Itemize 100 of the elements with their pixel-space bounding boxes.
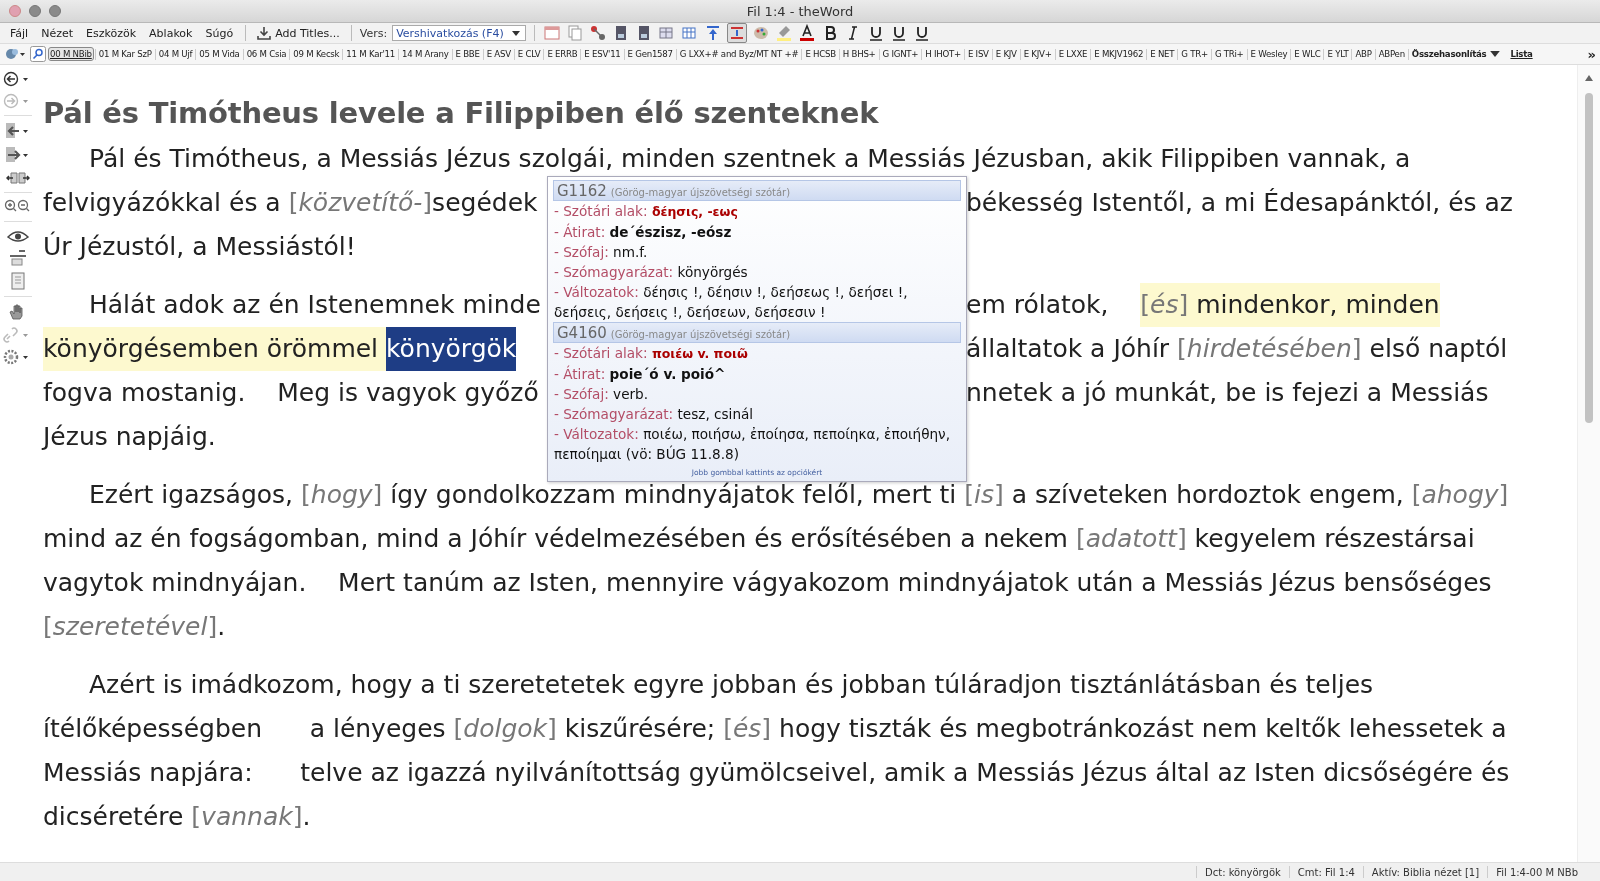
module-tab[interactable]: E MKJV1962 (1092, 47, 1146, 61)
modules-icon[interactable] (4, 46, 26, 62)
module-tab[interactable]: E BBE (453, 47, 482, 61)
module-tab[interactable]: 01 M Kar SzP (96, 47, 154, 61)
verse-text: segédek (432, 187, 538, 219)
status-text: Cmt: Fil 1:4 (1297, 866, 1355, 878)
module-tab[interactable]: 06 M Csia (244, 47, 289, 61)
verse-text: fogva mostanig. Meg is vagyok győző (43, 377, 539, 409)
verse-text: hogy tiszták és megbotránkozást nem keltők lehessetek a (778, 713, 1507, 745)
note-text: [adatott] (1075, 523, 1187, 555)
note-text: [dolgok] (453, 713, 557, 745)
open-book-icon[interactable] (6, 170, 30, 186)
verse-text: állaltatok a Jóhír (966, 333, 1171, 365)
module-tab[interactable]: 09 M Kecsk (291, 47, 342, 61)
verse-text: első naptól (1368, 333, 1508, 365)
verse-dropdown[interactable]: Vershivatkozás (F4) (392, 25, 527, 41)
dictionary-field: - Változatok: δέησις !, δέησιν !, δεήσεως !, δεήσει !, δεήσεις, δεήσεις !, δεήσεων, δεήσεσιν ! (553, 282, 961, 322)
module-tab[interactable]: E Gen1587 (625, 47, 675, 61)
window-title: Fil 1:4 - theWord (746, 3, 854, 19)
verse-text: Pál és Timótheus, a Messiás Jézus szolgái, minden szentnek a Messiás Jézusban, akik Filippiben vannak, a (89, 143, 1411, 175)
verse-text: nnetek a jó munkát, be is fejezi a Messiás (966, 377, 1489, 409)
caret-icon[interactable] (1490, 51, 1501, 57)
verse-text: ítélőképességben a lényeges (43, 713, 447, 745)
verse-text: Jézus napjáig. (43, 421, 216, 453)
module-tab[interactable]: H BHS+ (840, 47, 878, 61)
strong-number: G4160 (557, 323, 607, 343)
highlighted-text: mindenkor, minden (1188, 283, 1440, 327)
verse-text: mind az én fogságomban, mind a Jóhír védelmezésében és erősítésében a nekem (43, 523, 1069, 555)
minimize-icon[interactable] (29, 5, 41, 17)
module-tab[interactable]: 04 M Ujf (156, 47, 195, 61)
verse-label: Vers: (359, 26, 388, 40)
module-tab[interactable]: E ASV (484, 47, 513, 61)
status-text: Fil 1:4-00 M NBb (1496, 866, 1578, 878)
module-tab[interactable]: G LXX+# and Byz/MT NT +# (677, 47, 801, 61)
menu-item[interactable]: Eszközök (82, 26, 141, 40)
status-text: Dct: könyörgök (1205, 866, 1281, 878)
palette-icon[interactable] (752, 24, 771, 42)
note-text: [hirdetésében] (1177, 333, 1362, 365)
scrollbar-thumb[interactable] (1585, 93, 1593, 423)
module-tab[interactable]: ABPen (1376, 47, 1407, 61)
scroll-up-icon[interactable] (1585, 75, 1593, 81)
menu-item[interactable]: Fájl (6, 26, 33, 40)
module-tab[interactable]: E KJV+ (1021, 47, 1054, 61)
verse-text: békesség Istentől, a mi Édesapánktól, és az (966, 187, 1513, 219)
module-tab[interactable]: G TR+ (1179, 47, 1210, 61)
status-text: Aktív: Biblia nézet [1] (1371, 866, 1480, 878)
menu-item[interactable]: Nézet (37, 26, 78, 40)
module-tab[interactable]: 11 M Kar'11 (344, 47, 397, 61)
module-tab[interactable]: E ERRB (545, 47, 580, 61)
module-tab[interactable]: E Wesley (1248, 47, 1290, 61)
compare-menu[interactable]: Összehasonlítás (1409, 47, 1489, 61)
dictionary-field: - Szófaj: nm.f. (553, 242, 961, 262)
download-icon (257, 26, 271, 40)
chapter-heading: Pál és Timótheus levele a Filippiben élő szenteknek (43, 95, 880, 131)
module-tab[interactable]: 05 M Vida (197, 47, 242, 61)
module-tab[interactable]: E KJV (993, 47, 1019, 61)
dictionary-field: - Szómagyarázat: tesz, csinál (553, 404, 961, 424)
note-text: [és] (723, 713, 772, 745)
verse-text: Messiás napjára: telve az igazzá nyilvánítottság gyümölcseivel, amik a Messiás Jézus által az Isten dicsőségére és (43, 757, 1510, 789)
dictionary-field: - Szófaj: verb. (553, 384, 961, 404)
module-tab[interactable]: E NET (1148, 47, 1177, 61)
module-tab[interactable]: 14 M Arany (400, 47, 451, 61)
module-tab[interactable]: G IGNT+ (880, 47, 921, 61)
layout-icon[interactable] (7, 250, 29, 266)
note-text: [közvetítő-] (288, 187, 433, 219)
note-text: [is] (964, 479, 1004, 511)
module-tab[interactable]: E YLT (1325, 47, 1351, 61)
module-tab[interactable]: E LXXE (1056, 47, 1090, 61)
list-link[interactable]: Lista (1508, 47, 1535, 61)
highlighted-text: könyörgésemben örömmel (43, 327, 386, 371)
module-tab[interactable]: G TRi+ (1212, 47, 1246, 61)
verse-text: Úr Jézustól, a Messiástól! (43, 230, 356, 263)
strong-number: G1162 (557, 181, 607, 201)
module-tab[interactable]: E HCSB (803, 47, 838, 61)
verse-text: dicséretére (43, 801, 185, 833)
dictionary-field: - Szótári alak: δέησις, -εως (553, 201, 961, 222)
module-tab[interactable]: E CLV (515, 47, 543, 61)
link-icon[interactable] (589, 24, 608, 42)
add-titles-button[interactable]: Add Titles... (254, 26, 343, 40)
note-text: [ahogy] (1411, 479, 1509, 511)
eye-icon[interactable] (7, 228, 29, 244)
search-icon[interactable] (30, 46, 46, 62)
zoom-icon[interactable] (49, 5, 61, 17)
menu-item[interactable]: Ablakok (145, 26, 197, 40)
overflow-button[interactable]: » (1587, 46, 1596, 62)
menu-item[interactable]: Súgó (201, 26, 238, 40)
module-tab[interactable]: ABP (1353, 47, 1374, 61)
verse-text: a szíveteken hordoztok engem, (1010, 479, 1405, 511)
module-tab[interactable]: E ESV'11 (582, 47, 623, 61)
module-tab[interactable]: E ISV (965, 47, 991, 61)
module-tab[interactable]: 00 M NBib (48, 47, 94, 61)
note-text: [hogy] (301, 479, 383, 511)
module-tab[interactable]: E WLC (1292, 47, 1323, 61)
caret-icon[interactable] (512, 30, 521, 36)
dictionary-name: (Görög-magyar újszövetségi szótár) (610, 186, 791, 200)
verse-text: kiszűrésére; (563, 713, 717, 745)
font-color-icon[interactable] (798, 24, 817, 42)
module-tab[interactable]: H IHOT+ (923, 47, 963, 61)
verse-text: Ezért igazságos, (89, 479, 295, 511)
dictionary-field: - Átirat: de´észisz, -eósz (553, 222, 961, 242)
